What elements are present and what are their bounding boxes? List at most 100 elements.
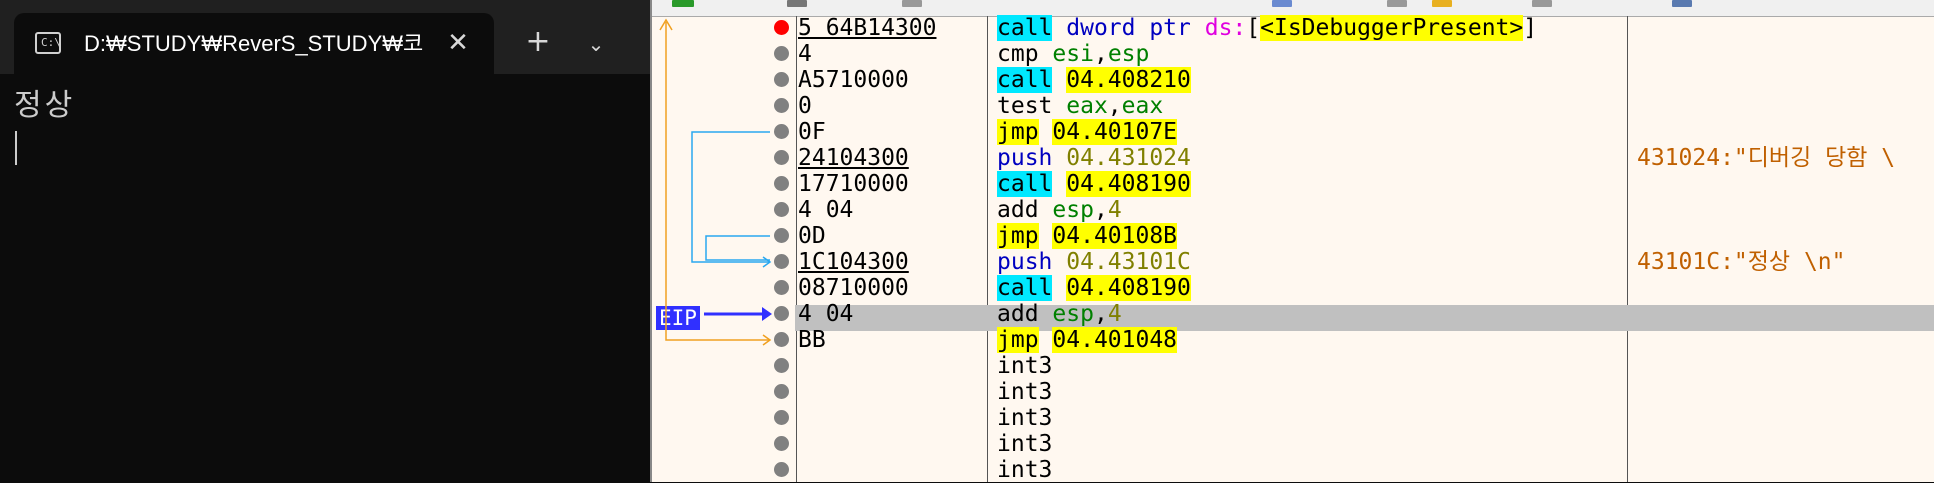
jump-arrow-head [762, 334, 772, 346]
instruction-mnemonic: int3 [997, 353, 1053, 379]
instruction-operand: 04.408210 [1066, 67, 1191, 93]
instruction-text[interactable]: call dword ptr ds:[<IsDebuggerPresent>] [997, 15, 1537, 41]
instruction-operand: 04.40108B [1052, 223, 1178, 249]
operand-bracket: ] [1523, 15, 1538, 41]
instruction-bytes[interactable]: A5710000 [798, 67, 909, 93]
toolbar-notes-icon[interactable] [1532, 0, 1552, 7]
eip-arrow-head [762, 307, 772, 321]
breakpoint-slot-icon[interactable] [774, 462, 789, 477]
breakpoint-slot-icon[interactable] [774, 124, 789, 139]
breakpoint-slot-icon[interactable] [774, 46, 789, 61]
jump-arrow-line [665, 22, 770, 341]
instruction-bytes[interactable]: 08710000 [798, 275, 909, 301]
instruction-operand: 4 [1107, 301, 1122, 327]
command-prompt-icon: C:\ [35, 32, 61, 54]
column-divider[interactable] [1627, 16, 1628, 482]
breakpoint-slot-icon[interactable] [774, 358, 789, 373]
chevron-down-icon[interactable]: ⌄ [580, 28, 612, 60]
instruction-text[interactable]: push 04.431024 [997, 145, 1191, 171]
instruction-bytes[interactable]: 5 64B14300 [798, 15, 936, 41]
eip-marker: EIP [656, 306, 700, 330]
breakpoint-slot-icon[interactable] [774, 150, 789, 165]
breakpoint-slot-icon[interactable] [774, 202, 789, 217]
instruction-text[interactable]: int3 [997, 379, 1052, 405]
instruction-text[interactable]: call 04.408190 [997, 275, 1191, 301]
terminal-tab[interactable]: C:\ D:₩STUDY₩ReverS_STUDY₩코 ✕ [14, 13, 494, 74]
instruction-mnemonic: int3 [997, 379, 1053, 405]
column-divider[interactable] [987, 16, 988, 482]
instruction-bytes[interactable]: 0 [798, 93, 812, 119]
toolbar-window-icon[interactable] [1672, 0, 1692, 7]
instruction-mnemonic: int3 [997, 431, 1053, 457]
operand-symbol: <IsDebuggerPresent> [1260, 15, 1524, 41]
toolbar-step-over-icon[interactable] [902, 0, 922, 7]
instruction-bytes[interactable]: 0D [798, 223, 826, 249]
instruction-text[interactable]: call 04.408190 [997, 171, 1191, 197]
instruction-mnemonic: call [997, 275, 1053, 301]
instruction-operand: 04.43101C [1066, 249, 1191, 275]
instruction-operand: esp [1107, 41, 1150, 67]
instruction-text[interactable]: int3 [997, 431, 1052, 457]
instruction-text[interactable]: add esp,4 [997, 301, 1122, 327]
toolbar-memory-icon[interactable] [1272, 0, 1292, 7]
instruction-mnemonic: cmp [997, 41, 1039, 67]
breakpoint-icon[interactable] [774, 20, 789, 35]
instruction-bytes[interactable]: BB [798, 327, 826, 353]
instruction-operand: eax [1121, 93, 1164, 119]
terminal-tab-bar: C:\ D:₩STUDY₩ReverS_STUDY₩코 ✕ + ⌄ [0, 0, 650, 74]
breakpoint-slot-icon[interactable] [774, 332, 789, 347]
current-instruction-highlight [795, 305, 1934, 331]
instruction-mnemonic: test [997, 93, 1053, 119]
instruction-mnemonic: call [997, 67, 1053, 93]
terminal-output-line: 정상 [14, 88, 76, 123]
breakpoint-slot-icon[interactable] [774, 436, 789, 451]
jump-arrow-line [691, 131, 770, 263]
instruction-text[interactable]: add esp,4 [997, 197, 1122, 223]
instruction-operand: 04.401048 [1052, 327, 1178, 353]
instruction-bytes[interactable]: 24104300 [798, 145, 909, 171]
instruction-operand: esp [1052, 197, 1094, 223]
instruction-text[interactable]: int3 [997, 457, 1052, 483]
instruction-bytes[interactable]: 4 04 [798, 301, 853, 327]
instruction-text[interactable]: cmp esi,esp [997, 41, 1149, 67]
breakpoint-slot-icon[interactable] [774, 98, 789, 113]
instruction-text[interactable]: jmp 04.40107E [997, 119, 1178, 145]
breakpoint-slot-icon[interactable] [774, 254, 789, 269]
breakpoint-slot-icon[interactable] [774, 280, 789, 295]
jump-arrow-head [762, 256, 772, 268]
toolbar-run-icon[interactable] [672, 0, 694, 7]
instruction-bytes[interactable]: 17710000 [798, 171, 909, 197]
instruction-bytes[interactable]: 4 04 [798, 197, 853, 223]
breakpoint-slot-icon[interactable] [774, 228, 789, 243]
toolbar-warning-icon[interactable] [1432, 0, 1452, 7]
toolbar-log-icon[interactable] [1387, 0, 1407, 7]
operand-size: dword ptr [1066, 15, 1191, 41]
instruction-bytes[interactable]: 1C104300 [798, 249, 909, 275]
breakpoint-slot-icon[interactable] [774, 72, 789, 87]
breakpoint-slot-icon[interactable] [774, 384, 789, 399]
instruction-operand: 04.431024 [1066, 145, 1191, 171]
instruction-operand: 04.40107E [1052, 119, 1178, 145]
instruction-mnemonic: int3 [997, 405, 1053, 431]
new-tab-icon[interactable]: + [522, 26, 554, 58]
instruction-mnemonic: add [997, 197, 1039, 223]
instruction-text[interactable]: jmp 04.40108B [997, 223, 1178, 249]
toolbar-step-icon[interactable] [787, 0, 807, 7]
instruction-bytes[interactable]: 4 [798, 41, 812, 67]
instruction-mnemonic: int3 [997, 457, 1053, 483]
column-divider[interactable] [796, 16, 797, 482]
instruction-text[interactable]: int3 [997, 405, 1052, 431]
instruction-text[interactable]: jmp 04.401048 [997, 327, 1178, 353]
breakpoint-slot-icon[interactable] [774, 410, 789, 425]
terminal-tab-title: D:₩STUDY₩ReverS_STUDY₩코 [84, 31, 424, 56]
instruction-text[interactable]: test eax,eax [997, 93, 1163, 119]
breakpoint-slot-icon[interactable] [774, 306, 789, 321]
instruction-mnemonic: call [997, 15, 1053, 41]
disassembly-view[interactable]: 5 64B14300 call dword ptr ds:[<IsDebugger… [650, 0, 1934, 483]
instruction-text[interactable]: push 04.43101C [997, 249, 1191, 275]
close-tab-icon[interactable]: ✕ [442, 27, 474, 59]
instruction-text[interactable]: call 04.408210 [997, 67, 1191, 93]
breakpoint-slot-icon[interactable] [774, 176, 789, 191]
instruction-bytes[interactable]: 0F [798, 119, 826, 145]
instruction-text[interactable]: int3 [997, 353, 1052, 379]
